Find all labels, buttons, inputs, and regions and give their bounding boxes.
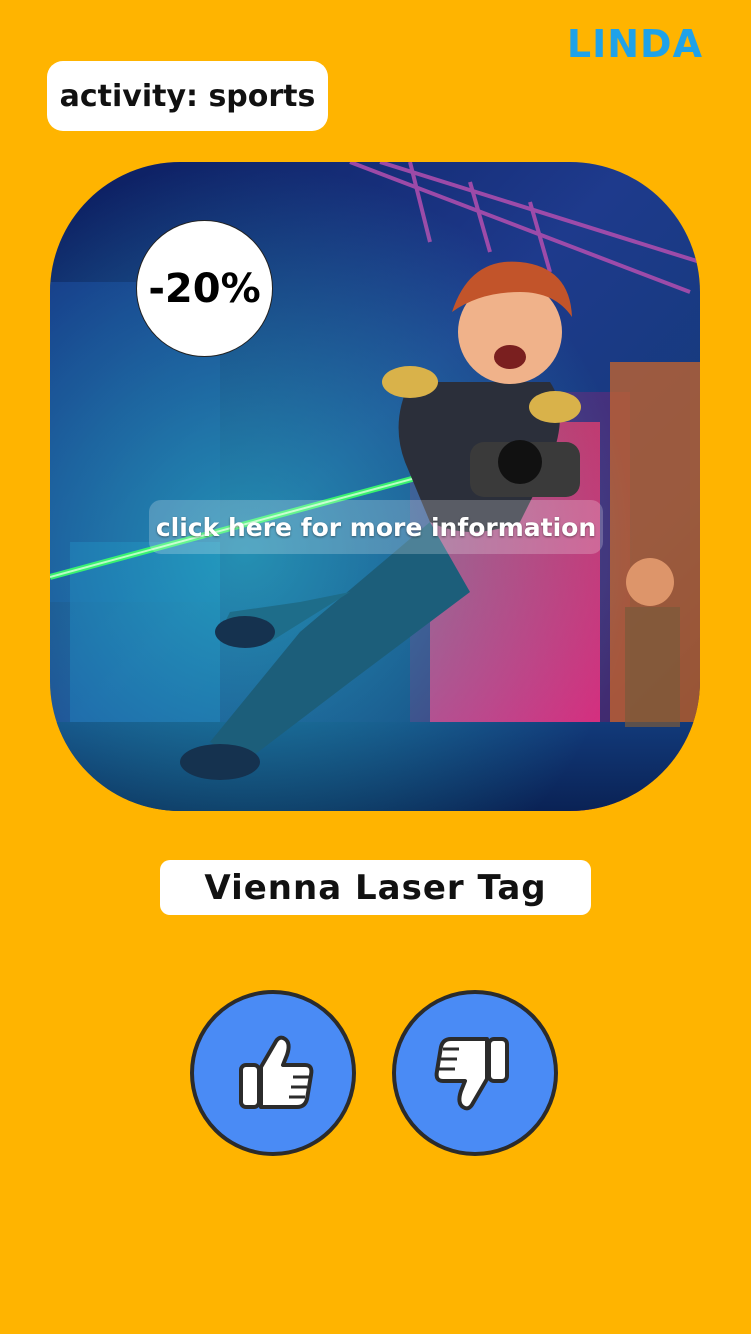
activity-title: Vienna Laser Tag <box>160 860 591 915</box>
thumbs-down-icon <box>434 1037 509 1111</box>
thumbs-up-icon <box>239 1035 314 1109</box>
more-info-link[interactable]: click here for more information <box>149 500 603 554</box>
like-button[interactable] <box>190 990 356 1156</box>
discount-badge: -20% <box>136 220 273 357</box>
dislike-button[interactable] <box>392 990 558 1156</box>
brand-logo: LINDA <box>566 22 703 66</box>
category-label: activity: sports <box>47 61 328 131</box>
